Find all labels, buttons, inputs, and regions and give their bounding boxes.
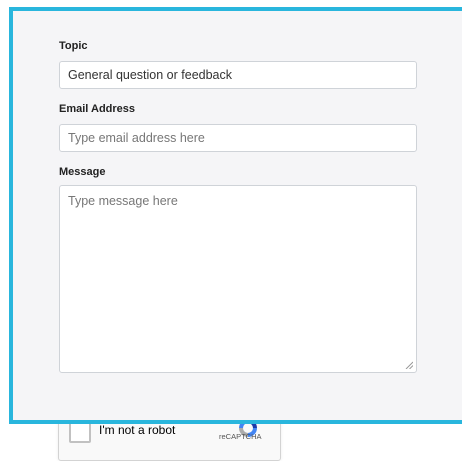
topic-label: Topic [59,40,88,52]
email-placeholder: Type email address here [68,131,205,145]
email-label: Email Address [59,103,136,115]
email-field[interactable]: Type email address here [59,124,417,152]
message-label: Message [59,166,106,178]
recaptcha-checkbox[interactable] [69,421,91,443]
topic-select[interactable]: General question or feedback [59,61,417,89]
resize-handle-icon[interactable] [405,361,413,369]
recaptcha-brand: reCAPTCHA [219,432,262,441]
message-textarea[interactable]: Type message here [59,185,417,373]
message-placeholder: Type message here [68,194,178,208]
recaptcha-label: I'm not a robot [99,423,176,437]
